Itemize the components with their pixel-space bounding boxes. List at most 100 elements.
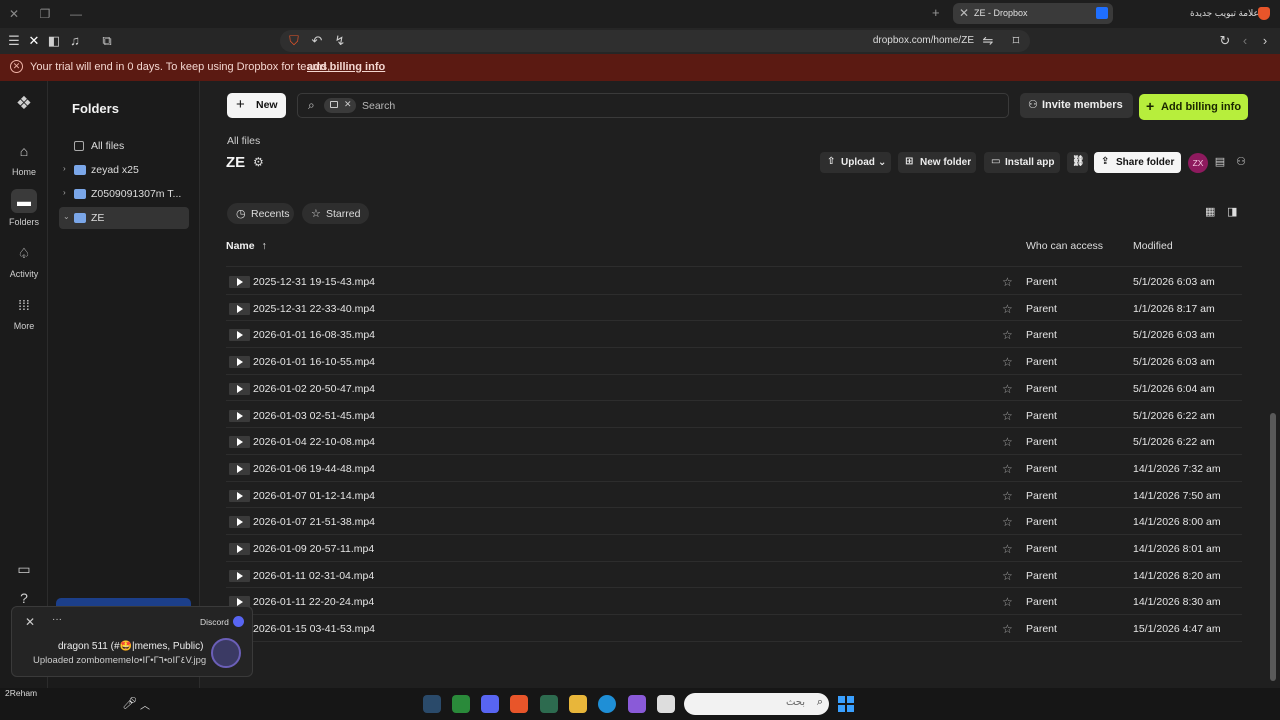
table-row[interactable]: 2026-01-04 22-10-08.mp4 ☆ Parent 5/1/2026 6… <box>226 428 1242 455</box>
search-box[interactable]: ⌕ ✕ <box>297 93 1009 118</box>
history-back-icon[interactable]: ↶ <box>309 33 325 49</box>
star-icon[interactable]: ☆ <box>1002 542 1013 556</box>
gear-icon[interactable]: ⚙ <box>253 155 264 169</box>
discord-notification[interactable]: ✕ ··· Discord dragon 511 (#🤩|memes, Publ… <box>11 606 253 677</box>
table-row[interactable]: 2025-12-31 19-15-43.mp4 ☆ Parent 5/1/2026 6… <box>226 268 1242 295</box>
folder-item-zeyad[interactable]: › zeyad x25 <box>59 159 189 181</box>
install-app-button[interactable]: ▭ Install app <box>984 152 1060 173</box>
new-folder-button[interactable]: ⊞ New folder <box>898 152 976 173</box>
star-icon[interactable]: ☆ <box>1002 355 1013 369</box>
file-name[interactable]: 2026-01-03 02-51-45.mp4 <box>253 410 375 422</box>
file-info-icon[interactable]: ▤ <box>1213 155 1227 169</box>
invite-members-button[interactable]: ⚇ Invite members <box>1020 93 1133 118</box>
new-tab-plus-icon[interactable]: + <box>932 5 940 20</box>
table-row[interactable]: 2026-01-07 01-12-14.mp4 ☆ Parent 14/1/2026 … <box>226 482 1242 509</box>
more-options-icon[interactable]: ··· <box>52 614 62 625</box>
people-icon[interactable]: ⚇ <box>1234 155 1248 169</box>
starred-filter[interactable]: ☆ Starred <box>302 203 369 224</box>
sidebar-toggle-icon[interactable]: ◧ <box>46 33 62 49</box>
brave-shield-icon[interactable]: ⛉ <box>286 33 302 49</box>
table-row[interactable]: 2026-01-06 19-44-48.mp4 ☆ Parent 14/1/2026 … <box>226 455 1242 482</box>
file-name[interactable]: 2025-12-31 19-15-43.mp4 <box>253 276 375 288</box>
close-circle-icon[interactable]: ✕ <box>10 60 23 73</box>
file-name[interactable]: 2026-01-01 16-08-35.mp4 <box>253 329 375 341</box>
browser-tab[interactable]: ✕ ZE - Dropbox <box>953 3 1113 24</box>
app-play-icon[interactable] <box>452 695 470 713</box>
file-name[interactable]: 2026-01-11 22-20-24.mp4 <box>253 596 374 608</box>
file-name[interactable]: 2026-01-07 01-12-14.mp4 <box>253 490 375 502</box>
star-icon[interactable]: ☆ <box>1002 595 1013 609</box>
scrollbar[interactable] <box>1270 413 1276 681</box>
avatar[interactable]: ZX <box>1188 153 1208 173</box>
folder-item-z0509[interactable]: › Z0509091307m T... <box>59 183 189 205</box>
back-icon[interactable]: ‹ <box>1237 33 1253 49</box>
rail-item-folders[interactable]: ▬ Folders <box>0 189 48 227</box>
dropbox-logo-icon[interactable]: ❖ <box>0 91 48 115</box>
table-row[interactable] <box>226 259 1242 267</box>
table-row[interactable]: 2026-01-15 03-41-53.mp4 ☆ Parent 15/1/2026 … <box>226 615 1242 642</box>
breadcrumb[interactable]: All files <box>227 135 260 147</box>
share-folder-button[interactable]: ⇪ Share folder <box>1094 152 1181 173</box>
chevron-down-icon[interactable]: ⌄ <box>63 212 70 221</box>
url-text[interactable]: dropbox.com/home/ZE <box>873 35 974 46</box>
app-taskbar-icon[interactable] <box>540 695 558 713</box>
grid-view-icon[interactable]: ▦ <box>1205 205 1217 218</box>
star-icon[interactable]: ☆ <box>1002 409 1013 423</box>
new-tab-label[interactable]: علامة تبويب جديدة <box>1190 8 1259 19</box>
rail-item-activity[interactable]: ♤ Activity <box>0 241 48 279</box>
menu-icon[interactable]: ☰ <box>6 33 22 49</box>
weather-widget[interactable]: 2Reham <box>5 688 37 698</box>
star-icon[interactable]: ☆ <box>1002 462 1013 476</box>
brave-taskbar-icon[interactable] <box>510 695 528 713</box>
table-row[interactable]: 2026-01-09 20-57-11.mp4 ☆ Parent 14/1/2026 … <box>226 535 1242 562</box>
task-view-icon[interactable] <box>657 695 675 713</box>
star-icon[interactable]: ☆ <box>1002 275 1013 289</box>
copilot-icon[interactable] <box>628 695 646 713</box>
bookmark-icon[interactable]: ⌑ <box>1008 33 1024 49</box>
steam-icon[interactable] <box>423 695 441 713</box>
extension-x-icon[interactable]: ✕ <box>26 33 42 49</box>
file-name[interactable]: 2025-12-31 22-33-40.mp4 <box>253 303 375 315</box>
folder-item-ze[interactable]: ⌄ ZE <box>59 207 189 229</box>
folder-scope-chip[interactable]: ✕ <box>324 98 356 113</box>
rail-item-more[interactable]: ⁞⁞⁞ More <box>0 293 48 331</box>
edge-icon[interactable] <box>598 695 616 713</box>
file-name[interactable]: 2026-01-15 03-41-53.mp4 <box>253 623 375 635</box>
copy-link-button[interactable]: ⛓ <box>1067 152 1088 173</box>
file-explorer-icon[interactable] <box>569 695 587 713</box>
column-name[interactable]: Name ↑ <box>226 240 267 252</box>
address-bar[interactable]: ⛉ ↶ ↯ dropbox.com/home/ZE ⇋ <box>280 30 1030 52</box>
site-settings-icon[interactable]: ⇋ <box>980 33 996 49</box>
taskbar-search[interactable]: بحث ⌕ <box>684 693 829 715</box>
tab-close-icon[interactable]: ✕ <box>959 6 969 20</box>
discord-taskbar-icon[interactable] <box>481 695 499 713</box>
table-row[interactable]: 2026-01-11 02-31-04.mp4 ☆ Parent 14/1/2026 … <box>226 562 1242 589</box>
folder-item-all-files[interactable]: All files <box>59 135 189 157</box>
close-icon[interactable]: ✕ <box>25 615 35 629</box>
window-restore-icon[interactable]: ❐ <box>37 6 53 22</box>
desktop-app-icon[interactable]: ▭ <box>0 557 48 581</box>
file-name[interactable]: 2026-01-07 21-51-38.mp4 <box>253 516 375 528</box>
star-icon[interactable]: ☆ <box>1002 302 1013 316</box>
screenshot-icon[interactable]: ⧉ <box>99 33 115 49</box>
chevron-right-icon[interactable]: › <box>63 164 66 173</box>
table-row[interactable]: 2026-01-01 16-10-55.mp4 ☆ Parent 5/1/2026 6… <box>226 348 1242 375</box>
table-row[interactable]: 2026-01-11 22-20-24.mp4 ☆ Parent 14/1/2026 … <box>226 588 1242 616</box>
chevron-right-icon[interactable]: › <box>63 188 66 197</box>
music-icon[interactable]: ♫ <box>67 33 83 49</box>
window-close-icon[interactable]: ✕ <box>6 6 22 22</box>
table-row[interactable]: 2026-01-03 02-51-45.mp4 ☆ Parent 5/1/2026 6… <box>226 402 1242 429</box>
search-input[interactable] <box>362 98 962 113</box>
translate-icon[interactable]: ↯ <box>332 33 348 49</box>
upload-button[interactable]: ⇧ Upload ⌄ <box>820 152 891 173</box>
file-name[interactable]: 2026-01-06 19-44-48.mp4 <box>253 463 375 475</box>
table-row[interactable]: 2026-01-02 20-50-47.mp4 ☆ Parent 5/1/2026 6… <box>226 375 1242 402</box>
file-name[interactable]: 2026-01-11 02-31-04.mp4 <box>253 570 374 582</box>
star-icon[interactable]: ☆ <box>1002 435 1013 449</box>
file-name[interactable]: 2026-01-01 16-10-55.mp4 <box>253 356 375 368</box>
add-billing-info-button[interactable]: + Add billing info <box>1139 94 1248 120</box>
star-icon[interactable]: ☆ <box>1002 569 1013 583</box>
star-icon[interactable]: ☆ <box>1002 515 1013 529</box>
windows-start-icon[interactable] <box>838 696 854 712</box>
chevron-up-icon[interactable]: ︿ <box>140 697 158 715</box>
